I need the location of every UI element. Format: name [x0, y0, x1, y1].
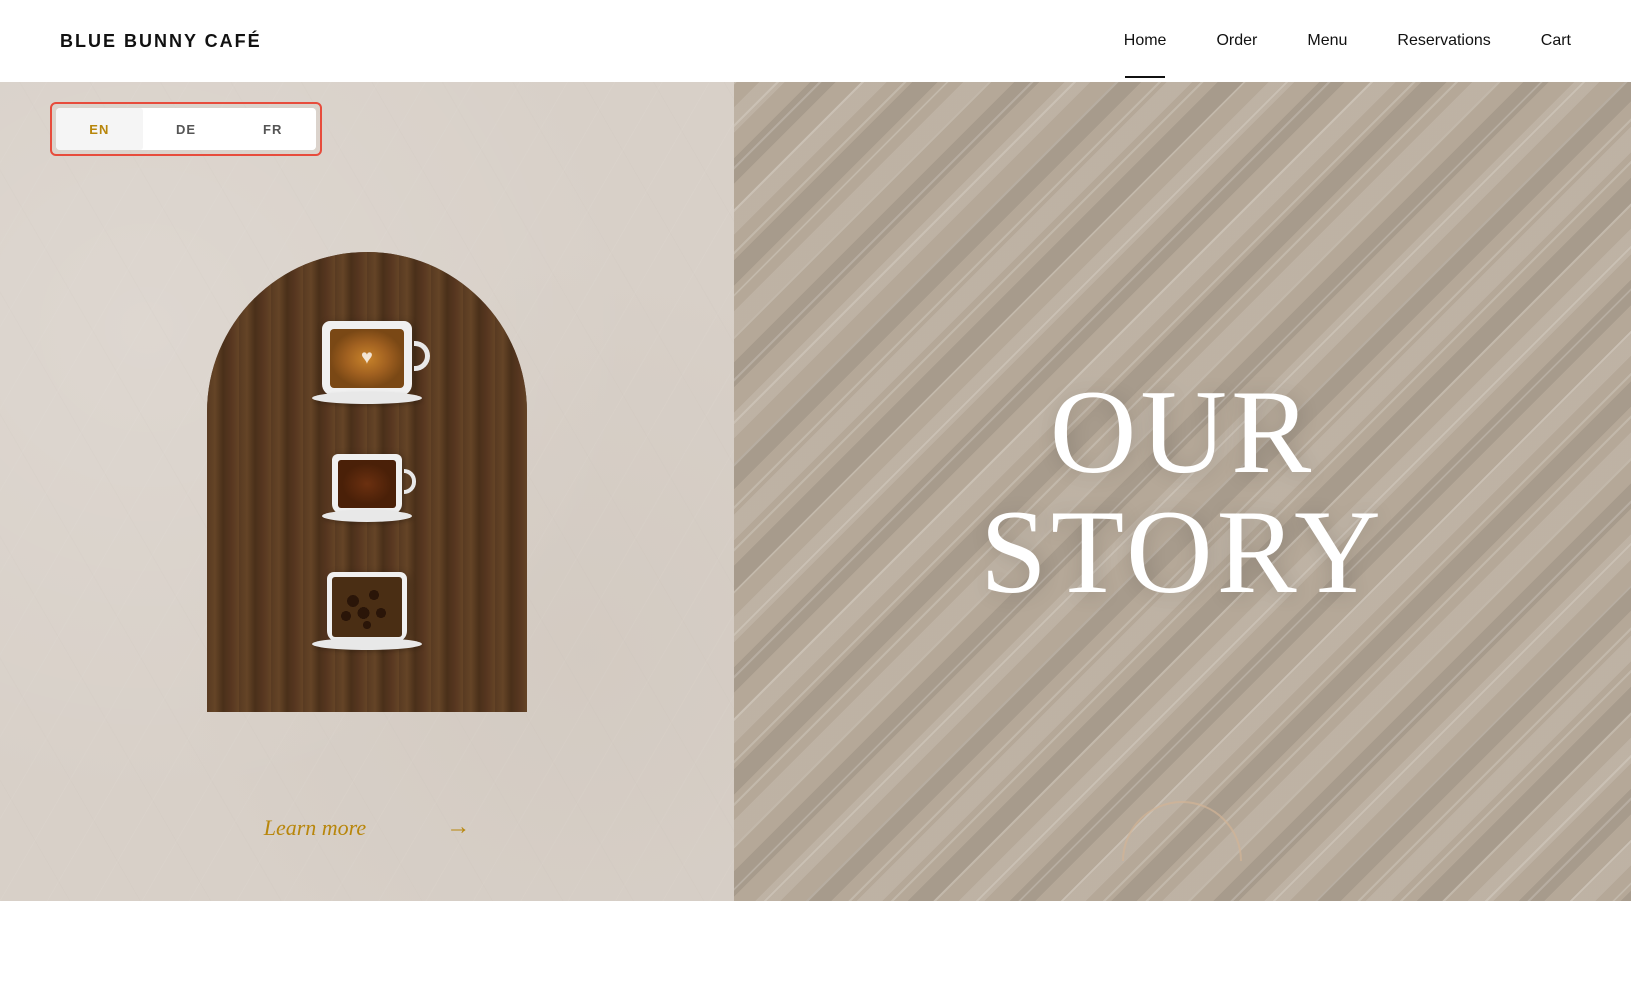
logo: BLUE BUNNY CAFÉ: [60, 31, 262, 52]
nav-cart[interactable]: Cart: [1541, 32, 1571, 50]
right-panel: OUR STORY: [734, 82, 1631, 901]
espresso-cup: [332, 454, 402, 514]
latte-cup-wrapper: [322, 321, 412, 396]
arrow-right-icon[interactable]: →: [446, 814, 470, 841]
our-story-heading-line2: STORY: [980, 492, 1385, 612]
left-panel: EN DE FR: [0, 82, 734, 901]
espresso-cup-wrapper: [332, 454, 402, 514]
latte-handle: [414, 341, 430, 371]
learn-more-link[interactable]: Learn more: [264, 815, 366, 841]
nav: Home Order Menu Reservations Cart: [1124, 32, 1571, 50]
nav-menu[interactable]: Menu: [1307, 32, 1347, 50]
arch-container: [207, 252, 527, 712]
our-story-heading-line1: OUR: [980, 372, 1385, 492]
learn-more-section: Learn more →: [0, 814, 734, 841]
beans-cup: [327, 572, 407, 642]
lang-switcher: EN DE FR: [56, 108, 316, 150]
nav-reservations[interactable]: Reservations: [1397, 32, 1490, 50]
espresso-saucer: [322, 510, 412, 522]
beans-saucer: [312, 638, 422, 650]
espresso-handle: [404, 469, 416, 494]
latte-cup: [322, 321, 412, 396]
lang-fr[interactable]: FR: [229, 108, 316, 150]
nav-home[interactable]: Home: [1124, 32, 1167, 50]
arch-image: [207, 252, 527, 712]
lang-en[interactable]: EN: [56, 108, 143, 150]
arch-decoration: [1122, 801, 1242, 861]
latte-saucer: [312, 392, 422, 404]
lang-switcher-wrapper: EN DE FR: [50, 102, 322, 156]
nav-order[interactable]: Order: [1216, 32, 1257, 50]
beans-cup-wrapper: [327, 572, 407, 642]
our-story-text: OUR STORY: [980, 372, 1385, 612]
header: BLUE BUNNY CAFÉ Home Order Menu Reservat…: [0, 0, 1631, 82]
main-content: EN DE FR: [0, 82, 1631, 901]
lang-de[interactable]: DE: [143, 108, 230, 150]
